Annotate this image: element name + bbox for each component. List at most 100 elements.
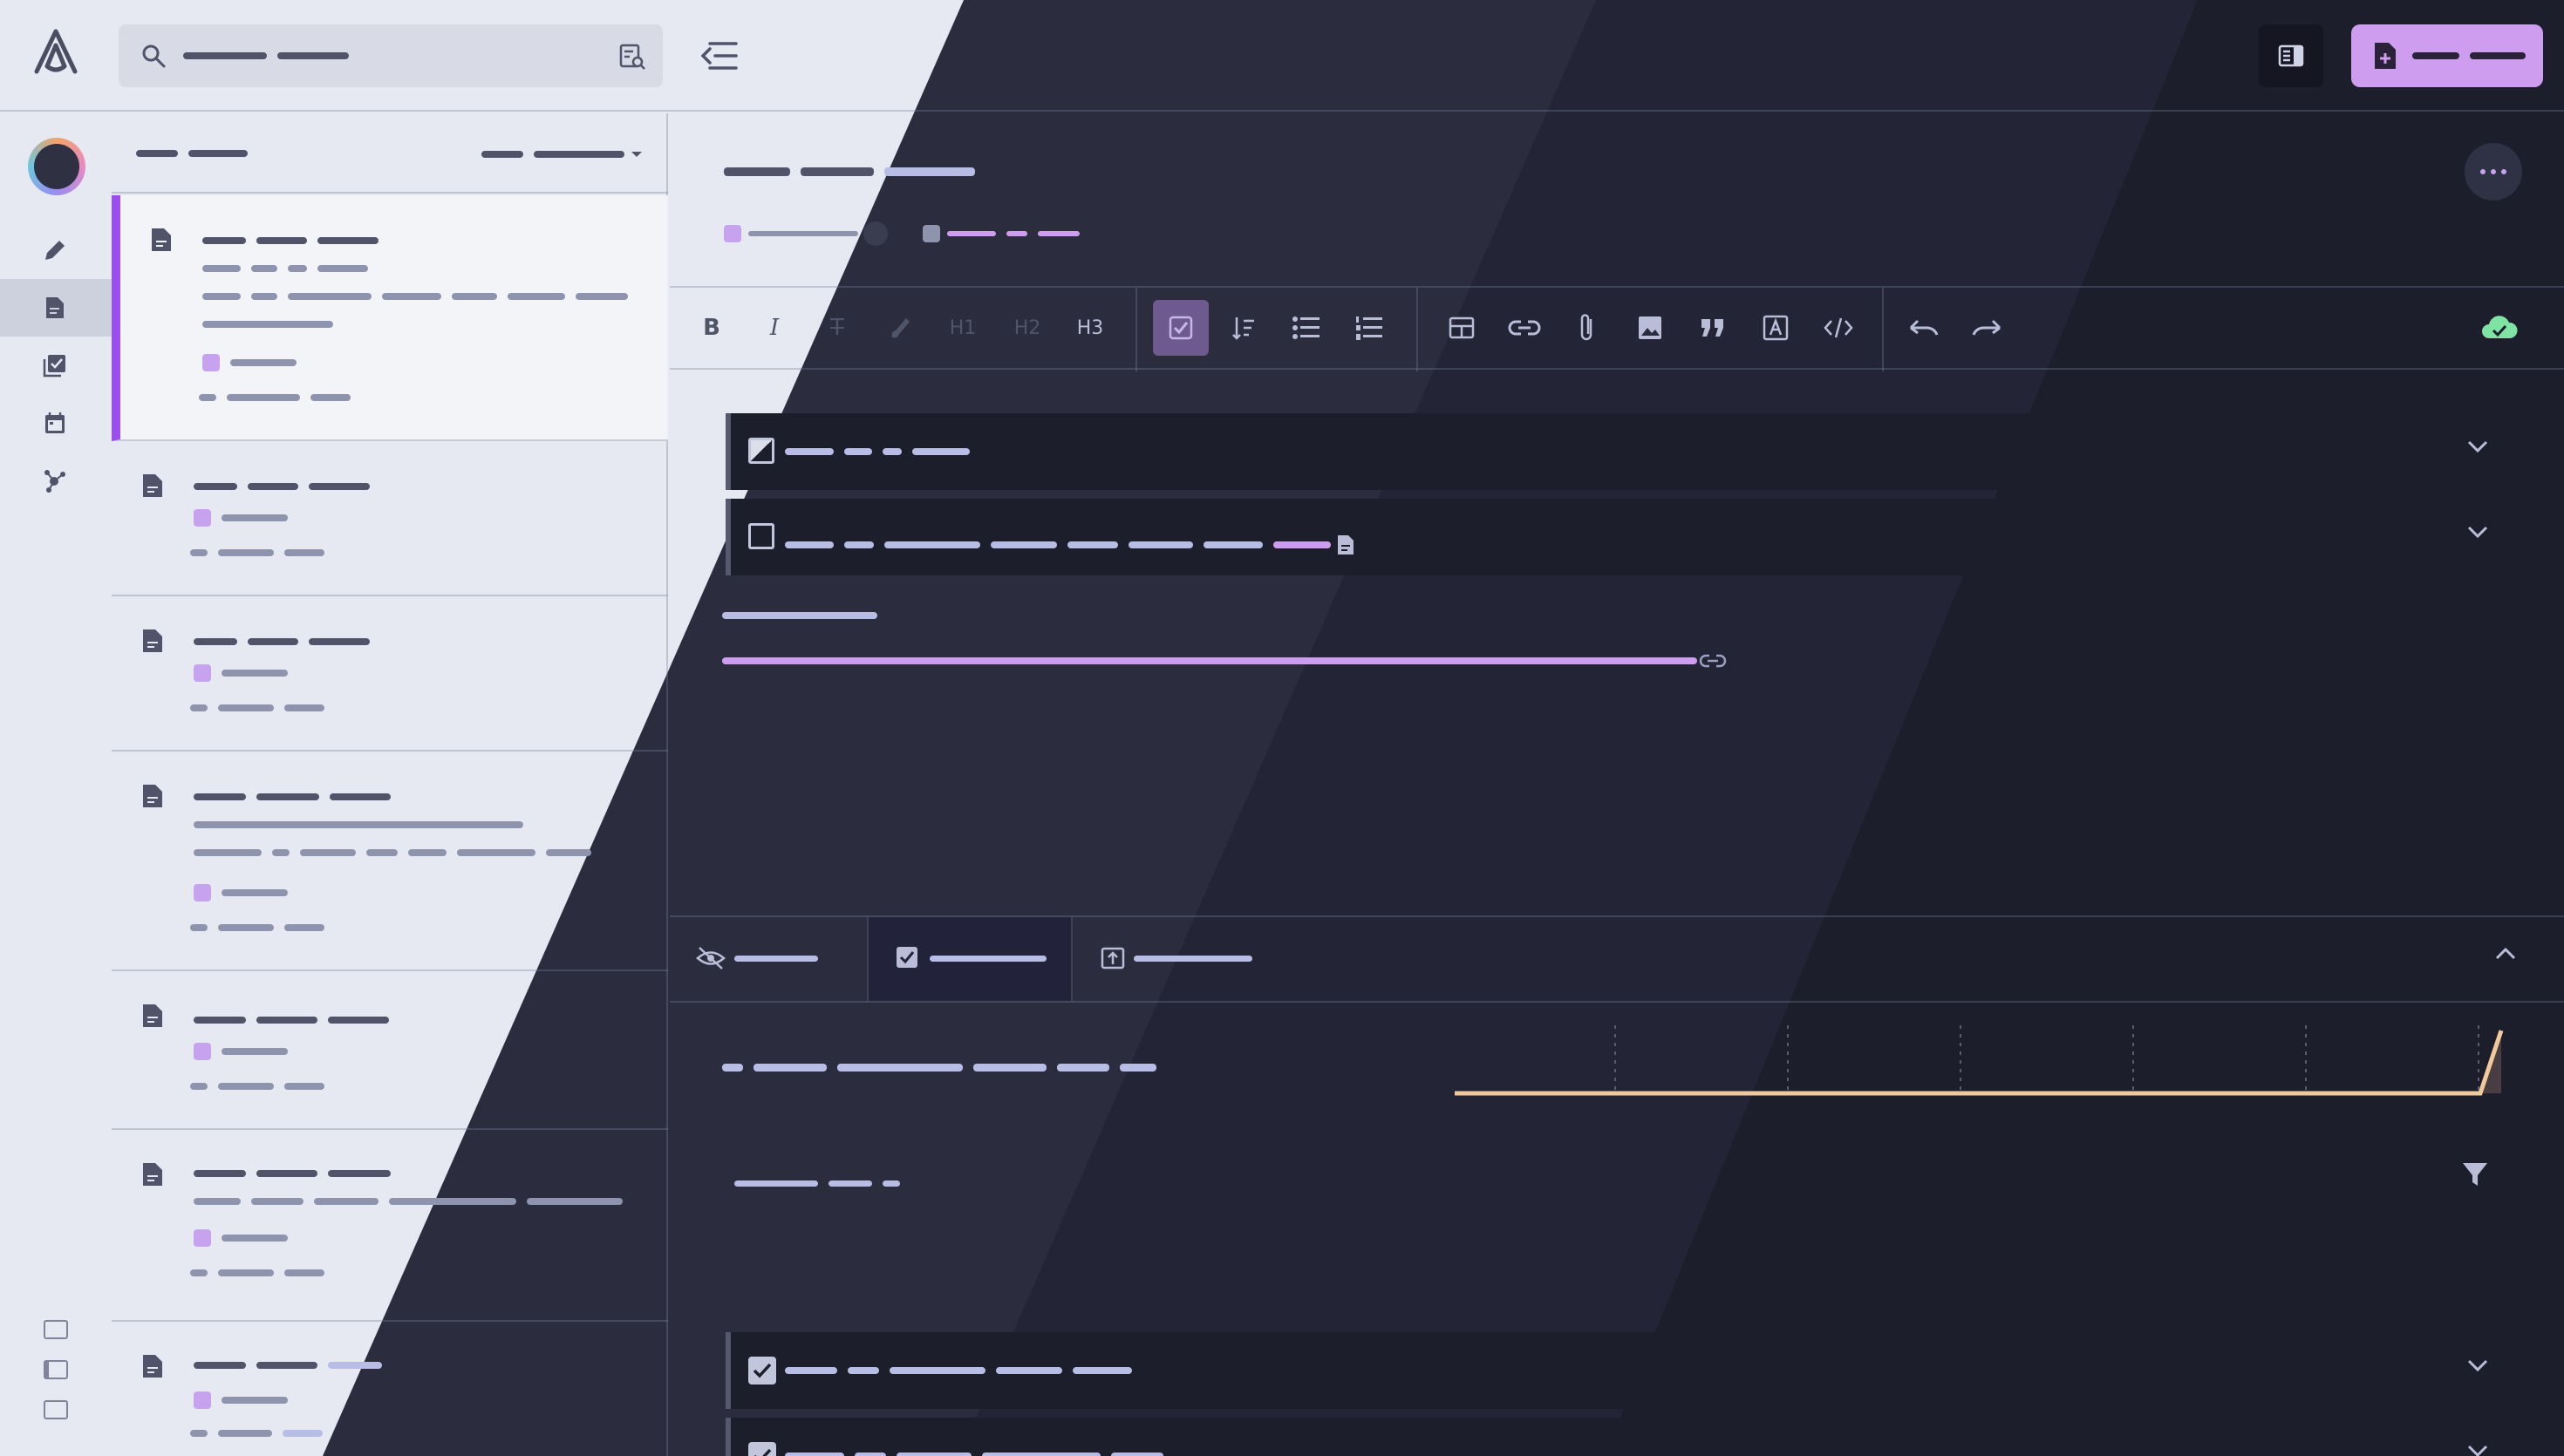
check-icon bbox=[753, 1363, 772, 1378]
tag-icon bbox=[194, 884, 211, 901]
advanced-search-icon[interactable] bbox=[617, 42, 647, 71]
link-icon[interactable] bbox=[1497, 300, 1552, 356]
checklist-icon[interactable] bbox=[1153, 300, 1209, 356]
note-editor: B I T H1 H2 H3 bbox=[670, 113, 2564, 1456]
note-preview bbox=[202, 293, 628, 300]
sort-icon[interactable] bbox=[1216, 300, 1272, 356]
tab-tasks[interactable] bbox=[867, 917, 1073, 1001]
redo-icon[interactable] bbox=[1959, 300, 2015, 356]
layout-single-pane-icon[interactable] bbox=[44, 1400, 68, 1419]
task-item[interactable] bbox=[726, 499, 2508, 575]
note-date bbox=[190, 1083, 324, 1090]
heading-2-button[interactable]: H2 bbox=[999, 300, 1055, 356]
italic-icon[interactable]: I bbox=[747, 300, 802, 356]
note-title-heading[interactable] bbox=[724, 167, 975, 176]
strikethrough-icon[interactable]: T bbox=[809, 300, 865, 356]
note-tag bbox=[230, 359, 297, 366]
list-item[interactable] bbox=[112, 441, 668, 596]
completed-task-item[interactable] bbox=[726, 1418, 2508, 1456]
list-item[interactable] bbox=[112, 596, 668, 752]
navigation-rail bbox=[0, 113, 112, 1456]
note-list-header bbox=[112, 113, 668, 194]
task-text bbox=[785, 1367, 1132, 1374]
rail-item-edit[interactable] bbox=[0, 221, 112, 279]
undo-icon[interactable] bbox=[1896, 300, 1952, 356]
task-checkbox-checked[interactable] bbox=[748, 1442, 776, 1456]
chevron-up-icon[interactable] bbox=[2494, 947, 2517, 961]
list-item[interactable] bbox=[112, 752, 668, 971]
list-item[interactable] bbox=[112, 1130, 668, 1322]
bottom-panel-tabs bbox=[670, 917, 2564, 1003]
note-icon bbox=[143, 785, 162, 807]
code-icon[interactable] bbox=[1810, 300, 1866, 356]
sort-dropdown[interactable] bbox=[481, 150, 644, 159]
note-tag bbox=[222, 1397, 288, 1404]
highlight-icon[interactable] bbox=[872, 300, 928, 356]
heading-3-button[interactable]: H3 bbox=[1062, 300, 1118, 356]
note-title bbox=[202, 237, 378, 244]
list-item[interactable] bbox=[112, 971, 668, 1130]
bold-icon[interactable]: B bbox=[684, 300, 740, 356]
tab-label bbox=[930, 956, 1047, 962]
note-icon bbox=[152, 228, 171, 251]
tab-export[interactable] bbox=[1101, 917, 1275, 1001]
rail-item-graph[interactable] bbox=[0, 452, 112, 509]
rail-item-tasks[interactable] bbox=[0, 337, 112, 394]
filter-icon[interactable] bbox=[2461, 1161, 2489, 1187]
note-date bbox=[190, 1269, 324, 1276]
completed-task-item[interactable] bbox=[726, 1332, 2508, 1409]
note-tag bbox=[222, 1235, 288, 1242]
rail-item-notes[interactable] bbox=[0, 279, 112, 337]
tag-more-icon[interactable] bbox=[863, 221, 888, 246]
hidden-icon bbox=[696, 947, 726, 970]
new-note-icon bbox=[2375, 43, 2396, 69]
numbered-list-icon[interactable] bbox=[1341, 300, 1397, 356]
heading-1-button[interactable]: H1 bbox=[935, 300, 991, 356]
chevron-down-icon[interactable] bbox=[2466, 1444, 2489, 1456]
new-note-button[interactable] bbox=[2351, 24, 2543, 87]
attachment-icon[interactable] bbox=[1559, 300, 1615, 356]
tab-hidden[interactable] bbox=[696, 917, 839, 1001]
task-checkbox[interactable] bbox=[748, 438, 774, 464]
task-stats bbox=[722, 1064, 1156, 1072]
list-item[interactable] bbox=[112, 195, 668, 441]
external-link[interactable] bbox=[722, 652, 1727, 670]
task-checkbox[interactable] bbox=[748, 523, 774, 549]
calendar-icon bbox=[45, 412, 65, 433]
image-icon[interactable] bbox=[1622, 300, 1678, 356]
note-tag bbox=[222, 670, 288, 677]
task-item[interactable] bbox=[726, 413, 2508, 490]
note-icon bbox=[143, 629, 162, 652]
note-tag bbox=[222, 1048, 288, 1055]
chevron-down-icon[interactable] bbox=[2466, 439, 2489, 453]
search-input[interactable] bbox=[119, 24, 663, 87]
rail-item-calendar[interactable] bbox=[0, 394, 112, 452]
tag-icon bbox=[724, 225, 741, 242]
link-heading bbox=[722, 612, 877, 619]
collapse-sidebar-icon[interactable] bbox=[698, 37, 740, 75]
tasks-icon bbox=[43, 355, 65, 378]
tag-icon bbox=[194, 1043, 211, 1060]
avatar[interactable] bbox=[28, 138, 85, 195]
layout-two-pane-icon[interactable] bbox=[44, 1360, 68, 1379]
table-icon[interactable] bbox=[1434, 300, 1490, 356]
quote-icon[interactable] bbox=[1685, 300, 1741, 356]
chevron-down-icon[interactable] bbox=[2466, 525, 2489, 539]
chevron-down-icon bbox=[631, 152, 642, 157]
bullet-list-icon[interactable] bbox=[1279, 300, 1334, 356]
more-options-button[interactable] bbox=[2465, 143, 2522, 201]
check-icon bbox=[754, 1448, 772, 1456]
toggle-panel-button[interactable] bbox=[2259, 24, 2323, 87]
list-item[interactable] bbox=[112, 1322, 668, 1456]
app-logo-icon bbox=[34, 29, 78, 74]
tag-icon bbox=[202, 354, 220, 371]
tag-icon bbox=[194, 1229, 211, 1247]
layout-three-pane-icon[interactable] bbox=[44, 1320, 68, 1339]
text-box-icon[interactable] bbox=[1748, 300, 1804, 356]
note-link-icon[interactable] bbox=[1336, 534, 1355, 556]
task-checkbox-checked[interactable] bbox=[748, 1357, 776, 1385]
note-date bbox=[199, 394, 351, 401]
tab-label bbox=[734, 956, 818, 962]
bottom-panel bbox=[670, 915, 2564, 1456]
chevron-down-icon[interactable] bbox=[2466, 1358, 2489, 1372]
